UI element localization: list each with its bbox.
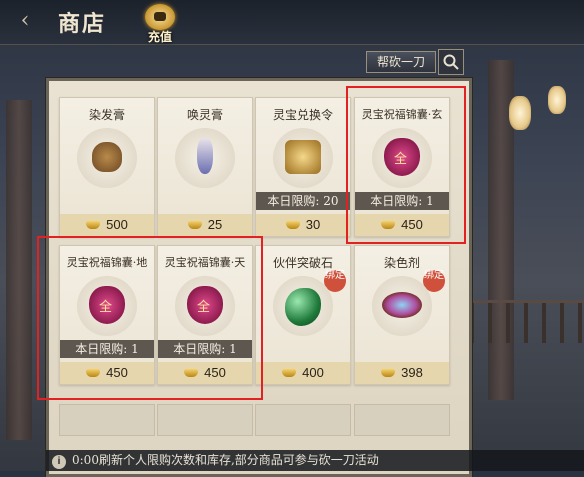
railing — [470, 300, 584, 343]
item-price: 398 — [355, 362, 449, 384]
search-icon — [443, 54, 459, 70]
shop-item-card[interactable]: 染色剂 绑定 398 — [354, 245, 450, 385]
item-price: 30 — [256, 214, 350, 236]
item-icon-frame — [273, 128, 333, 188]
item-icon-frame — [175, 128, 235, 188]
price-value: 25 — [207, 217, 223, 232]
item-price: 500 — [60, 214, 154, 236]
item-name: 灵宝兑换令 — [272, 108, 333, 122]
recharge-label: 充值 — [147, 30, 172, 44]
page-title: 商店 — [58, 11, 107, 37]
hair-dye-jar-icon — [92, 142, 122, 172]
purchase-limit: 本日限购: 20 — [256, 192, 350, 210]
shop-item-card-partial[interactable] — [157, 404, 253, 436]
item-name: 伙伴突破石 — [272, 256, 333, 270]
highlight-box — [346, 86, 466, 244]
shop-item-card[interactable]: 灵宝兑换令 本日限购: 20 30 — [255, 97, 351, 237]
shop-item-card-partial[interactable] — [255, 404, 351, 436]
item-icon-frame — [77, 128, 137, 188]
shop-item-card[interactable]: 唤灵膏 25 — [157, 97, 253, 237]
gold-ingot-icon — [285, 220, 300, 229]
item-name: 唤灵膏 — [186, 108, 223, 122]
price-value: 30 — [305, 217, 321, 232]
lantern — [509, 96, 531, 130]
shop-item-card-partial[interactable] — [59, 404, 155, 436]
price-value: 398 — [401, 365, 423, 380]
item-price: 25 — [158, 214, 252, 236]
spirit-vase-icon — [197, 138, 213, 174]
refresh-notice: i 0:00刷新个人限购次数和库存,部分商品可参与砍一刀活动 — [46, 450, 584, 471]
top-bar: ‹ 商店 充值 — [0, 0, 584, 45]
highlight-box — [37, 236, 263, 400]
exchange-token-icon — [285, 140, 321, 174]
item-price: 400 — [256, 362, 350, 384]
item-name: 染色剂 — [383, 256, 420, 270]
item-icon-frame — [372, 276, 432, 336]
recharge-coin-icon — [145, 4, 175, 30]
info-icon: i — [52, 455, 66, 469]
item-icon-frame — [273, 276, 333, 336]
gold-ingot-icon — [381, 368, 396, 377]
price-value: 500 — [106, 217, 128, 232]
notice-text: 0:00刷新个人限购次数和库存,部分商品可参与砍一刀活动 — [72, 453, 379, 467]
lantern — [548, 86, 566, 114]
shop-item-card[interactable]: 染发膏 500 — [59, 97, 155, 237]
breakthrough-stone-icon — [285, 288, 321, 326]
search-button[interactable] — [438, 49, 464, 75]
gold-ingot-icon — [86, 220, 101, 229]
recharge-button[interactable]: 充值 — [140, 4, 180, 44]
back-icon[interactable]: ‹ — [10, 8, 40, 34]
shop-item-card-partial[interactable] — [354, 404, 450, 436]
shop-item-card[interactable]: 伙伴突破石 绑定 400 — [255, 245, 351, 385]
item-name: 染发膏 — [88, 108, 125, 122]
help-cut-button[interactable]: 帮砍一刀 — [366, 51, 436, 73]
pillar — [6, 100, 32, 440]
dye-agent-icon — [382, 292, 422, 318]
gold-ingot-icon — [282, 368, 297, 377]
price-value: 400 — [302, 365, 324, 380]
gold-ingot-icon — [187, 220, 202, 229]
